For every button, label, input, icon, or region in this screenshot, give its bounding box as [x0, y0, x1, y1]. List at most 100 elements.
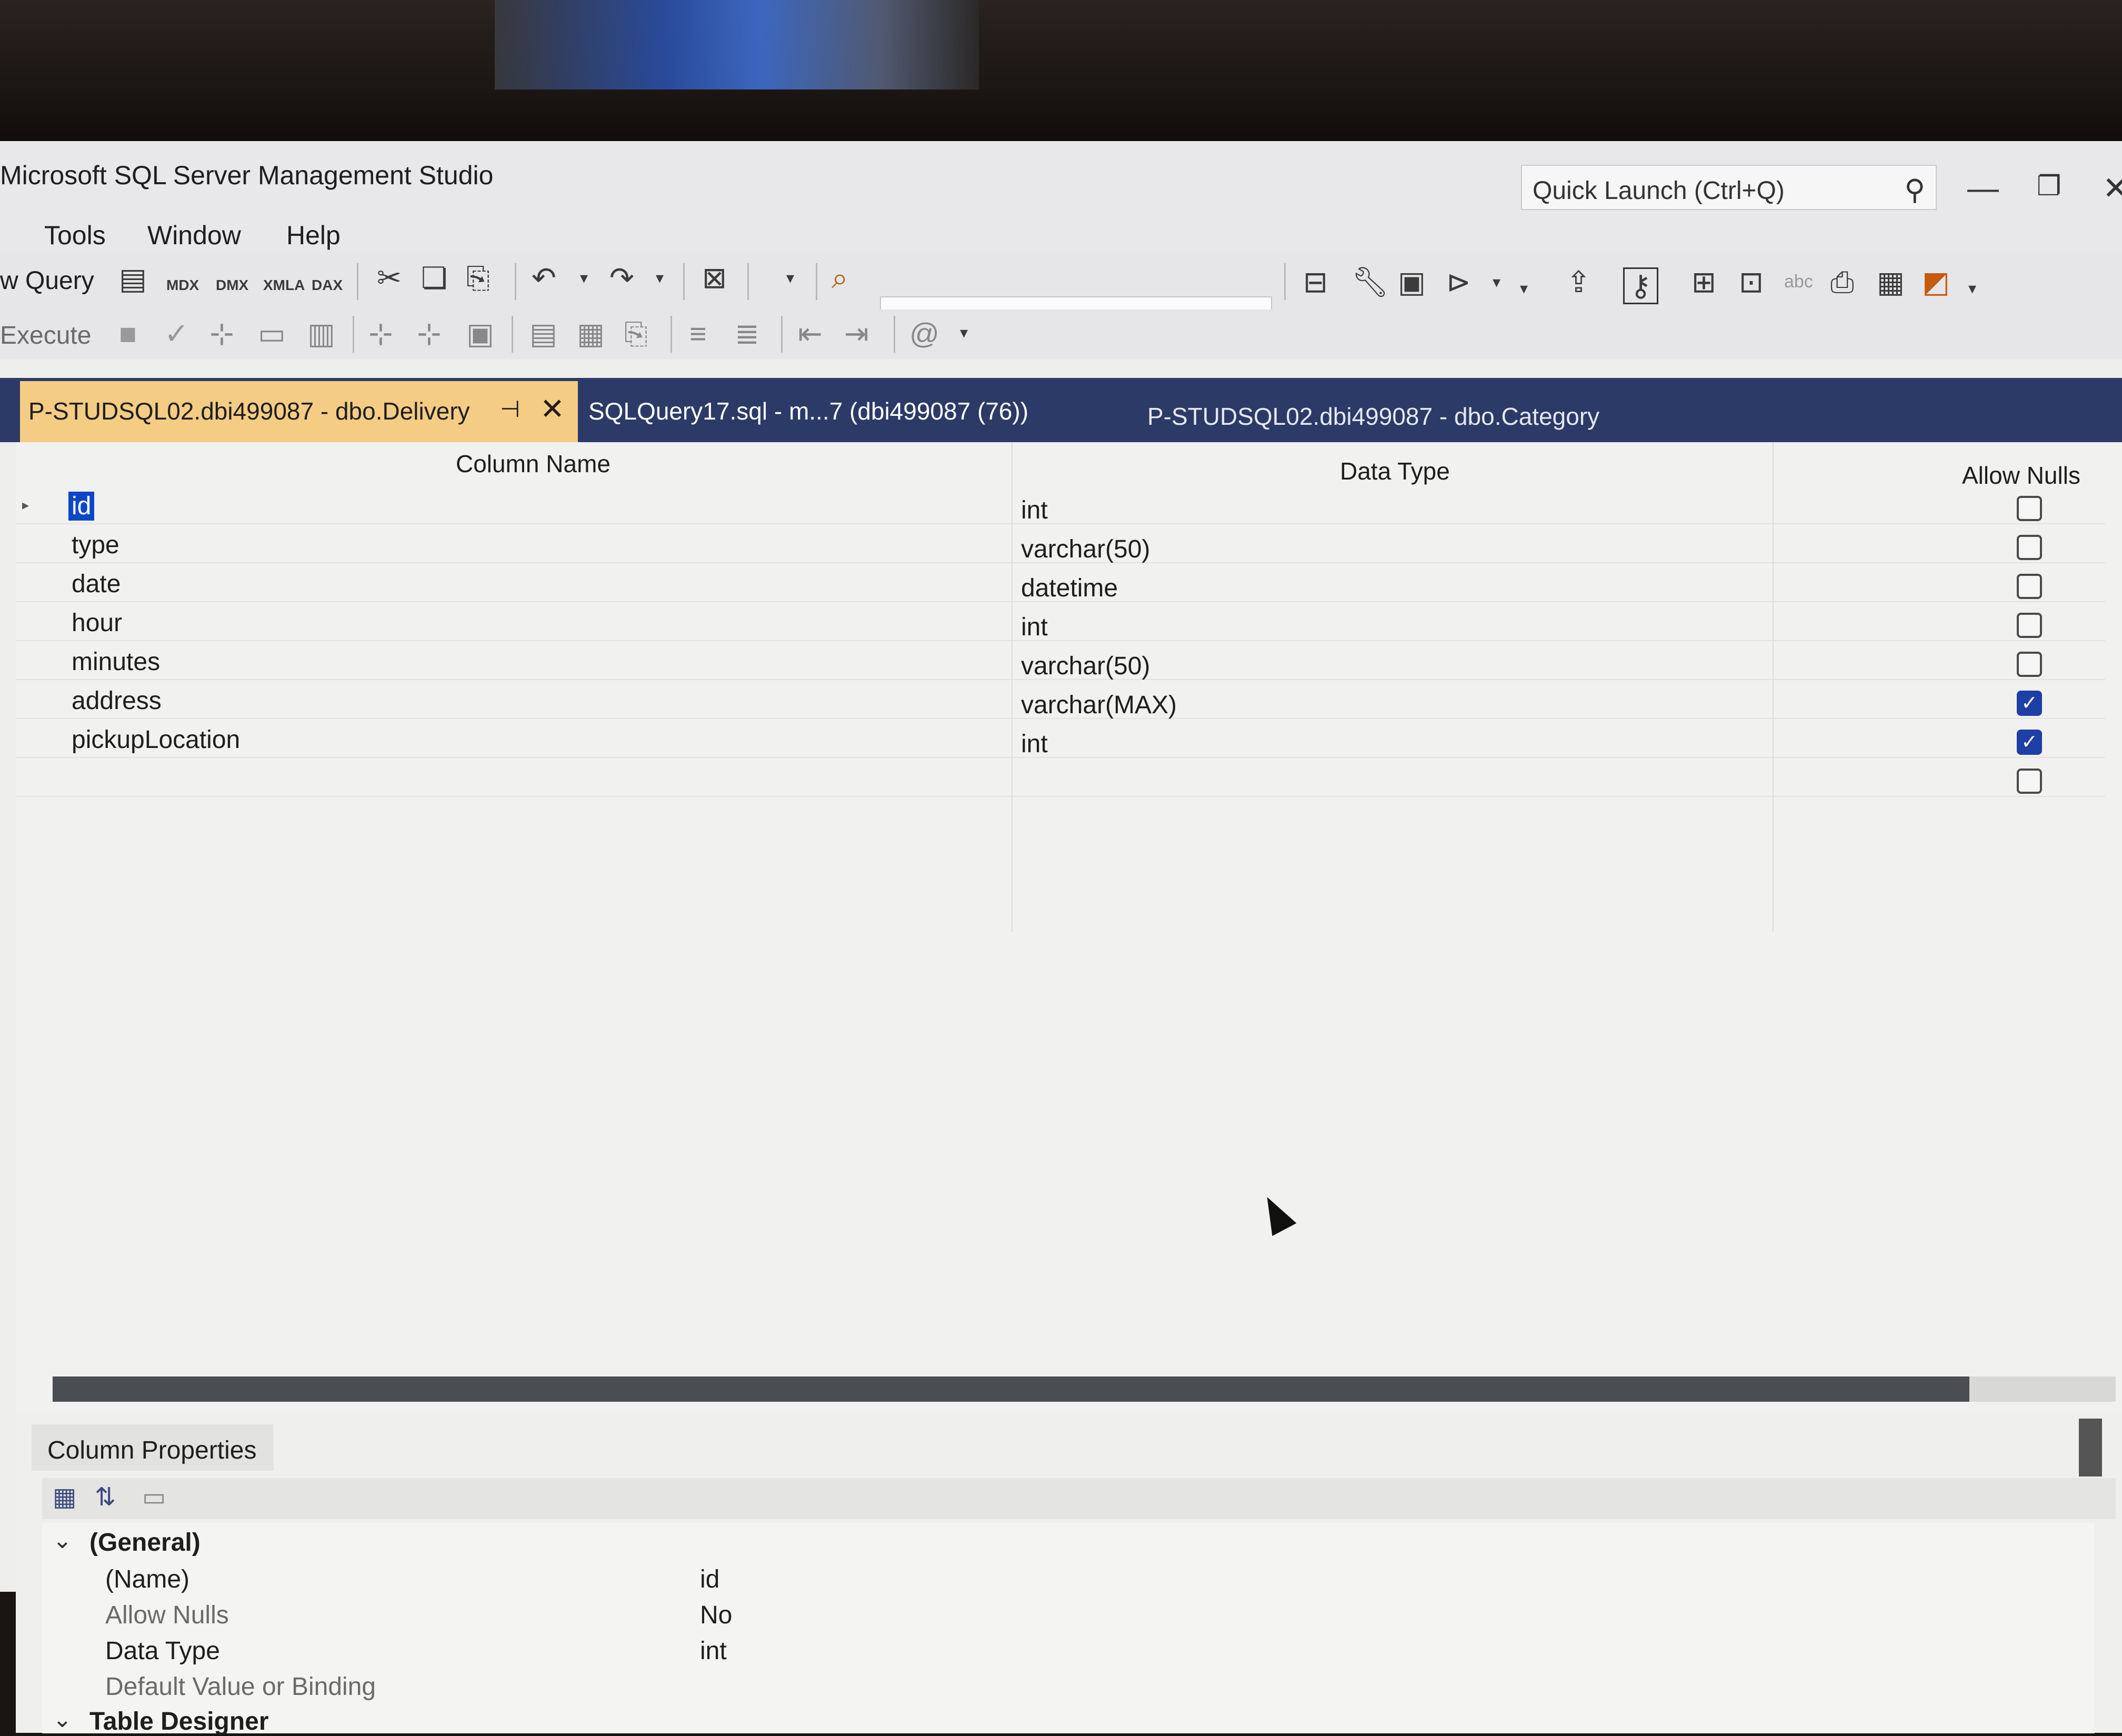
table-row[interactable]: minutes varchar(50)	[16, 640, 2105, 680]
cell-column-name[interactable]: minutes	[72, 647, 160, 676]
minimize-icon[interactable]: —	[1967, 173, 1999, 204]
cell-column-name[interactable]: pickupLocation	[72, 725, 240, 754]
results-to-icon[interactable]: ▥	[307, 319, 335, 348]
redo-icon[interactable]: ↷	[609, 263, 634, 293]
toolbar-overflow-icon-3[interactable]: ▾	[960, 325, 968, 341]
check-constraints-icon[interactable]: ▦	[1877, 267, 1905, 297]
execute-button[interactable]: Execute	[0, 321, 91, 350]
cut-icon[interactable]: ✂	[377, 263, 402, 293]
tab-sqlquery17[interactable]: SQLQuery17.sql - m...7 (dbi499087 (76))	[588, 397, 1028, 425]
table-row[interactable]: date datetime	[16, 562, 2105, 602]
menu-help[interactable]: Help	[286, 220, 341, 251]
categorized-icon[interactable]: ▦	[53, 1482, 76, 1512]
parse-check-icon[interactable]: ✓	[164, 319, 189, 348]
tab-column-properties[interactable]: Column Properties	[32, 1424, 274, 1471]
display-estimated-plan-icon[interactable]: ⊹	[209, 319, 234, 348]
cell-column-name[interactable]: id	[68, 492, 95, 521]
comment-icon[interactable]: ≡	[689, 319, 707, 348]
category-table-designer[interactable]: Table Designer	[89, 1707, 269, 1736]
toolbar-overflow-icon[interactable]: ▾	[1520, 281, 1528, 297]
allow-nulls-checkbox[interactable]	[2017, 496, 2042, 521]
cell-data-type[interactable]: varchar(50)	[1021, 652, 1150, 681]
properties-wrench-icon[interactable]: 🔧︎	[1352, 267, 1389, 297]
live-stats-icon[interactable]: ⊹	[417, 319, 442, 348]
properties-scrollbar-thumb[interactable]	[2079, 1419, 2102, 1476]
mdx-query-icon[interactable]: MDX	[166, 278, 199, 293]
cell-data-type[interactable]: datetime	[1021, 574, 1118, 603]
cell-data-type[interactable]: int	[1021, 613, 1048, 642]
toolbox-icon[interactable]: ▣	[1398, 267, 1426, 297]
results-to-grid-icon[interactable]: ▦	[577, 319, 605, 348]
database-engine-query-icon[interactable]: ▤	[119, 264, 147, 294]
table-row-new[interactable]	[16, 757, 2105, 797]
command-dropdown-icon[interactable]: ▾	[1493, 275, 1500, 291]
uncomment-icon[interactable]: ≣	[735, 319, 759, 348]
quick-launch-input[interactable]: Quick Launch (Ctrl+Q) ⚲	[1521, 165, 1937, 210]
relationships-icon[interactable]: ⊞	[1691, 267, 1716, 297]
activity-monitor-icon[interactable]: ⊠	[702, 263, 727, 293]
header-column-name[interactable]: Column Name	[456, 450, 610, 478]
spatial-index-icon[interactable]: ◩	[1922, 267, 1950, 297]
allow-nulls-checkbox[interactable]	[2017, 535, 2042, 560]
decrease-indent-icon[interactable]: ⇤	[798, 319, 823, 348]
cell-data-type[interactable]: varchar(MAX)	[1021, 691, 1177, 720]
solution-explorer-icon[interactable]: ⊟	[1303, 267, 1328, 297]
specify-template-values-icon[interactable]: @	[909, 319, 939, 348]
table-row[interactable]: ▸ id int	[16, 484, 2105, 524]
prop-name-value[interactable]: id	[700, 1565, 719, 1594]
toolbar-dropdown-icon[interactable]: ▾	[786, 271, 794, 286]
chevron-down-icon[interactable]: ⌄	[53, 1706, 72, 1733]
primary-key-icon[interactable]: ⚷	[1623, 267, 1659, 304]
pin-icon[interactable]: ⊣	[500, 396, 520, 423]
cell-data-type[interactable]: varchar(50)	[1021, 535, 1150, 564]
generate-script-icon[interactable]: ⇪	[1566, 267, 1591, 297]
query-designer-icon[interactable]: ▭	[258, 319, 286, 348]
restore-icon[interactable]: ❐	[2037, 173, 2061, 200]
allow-nulls-checkbox[interactable]	[2017, 769, 2042, 794]
close-icon[interactable]: ✕	[540, 392, 565, 426]
property-pages-icon[interactable]: ▭	[142, 1482, 166, 1512]
allow-nulls-checkbox[interactable]: ✓	[2017, 691, 2042, 716]
find-in-files-icon[interactable]: ⌕	[832, 263, 848, 293]
allow-nulls-checkbox[interactable]	[2017, 652, 2042, 677]
results-to-text-icon[interactable]: ▤	[529, 319, 557, 348]
table-row[interactable]: hour int	[16, 601, 2105, 641]
fulltext-index-icon[interactable]: abc	[1784, 273, 1813, 291]
stop-icon[interactable]: ■	[119, 319, 137, 348]
cell-data-type[interactable]: int	[1021, 496, 1048, 525]
table-row[interactable]: address varchar(MAX) ✓	[16, 679, 2105, 719]
dmx-query-icon[interactable]: DMX	[216, 278, 248, 293]
header-data-type[interactable]: Data Type	[1340, 457, 1450, 485]
allow-nulls-checkbox[interactable]: ✓	[2017, 730, 2042, 755]
table-row[interactable]: pickupLocation int ✓	[16, 718, 2105, 758]
undo-dropdown-icon[interactable]: ▾	[580, 271, 588, 286]
search-icon[interactable]: ⚲	[1904, 173, 1925, 206]
sort-alphabetical-icon[interactable]: ⇅	[95, 1482, 116, 1512]
cell-column-name[interactable]: hour	[72, 608, 122, 637]
client-statistics-icon[interactable]: ▣	[466, 319, 494, 348]
menu-window[interactable]: Window	[147, 220, 241, 251]
dax-query-icon[interactable]: DAX	[312, 278, 343, 293]
prop-data-type-value[interactable]: int	[700, 1637, 727, 1665]
include-plan-icon[interactable]: ⊹	[368, 319, 393, 348]
increase-indent-icon[interactable]: ⇥	[844, 319, 869, 348]
command-window-icon[interactable]: ⊳	[1446, 267, 1471, 297]
tab-delivery-designer[interactable]: P-STUDSQL02.dbi499087 - dbo.Delivery ⊣ ✕	[20, 381, 578, 442]
allow-nulls-checkbox[interactable]	[2017, 613, 2042, 638]
horizontal-scrollbar[interactable]	[53, 1376, 2116, 1402]
allow-nulls-checkbox[interactable]	[2017, 574, 2042, 599]
xmla-query-icon[interactable]: XMLA	[263, 278, 305, 293]
close-window-icon[interactable]: ✕	[2103, 173, 2122, 204]
table-row[interactable]: type varchar(50)	[16, 523, 2105, 563]
scrollbar-thumb[interactable]	[53, 1376, 1969, 1402]
toolbar-overflow-icon-2[interactable]: ▾	[1968, 281, 1976, 297]
paste-icon[interactable]: ⎘	[466, 263, 490, 293]
cell-data-type[interactable]: int	[1021, 730, 1048, 759]
redo-dropdown-icon[interactable]: ▾	[656, 271, 664, 286]
xml-index-icon[interactable]: ⎙	[1830, 267, 1854, 297]
category-general[interactable]: (General)	[89, 1528, 201, 1557]
manage-indexes-icon[interactable]: ⊡	[1739, 267, 1764, 297]
tab-category-designer[interactable]: P-STUDSQL02.dbi499087 - dbo.Category	[1147, 402, 1599, 431]
chevron-down-icon[interactable]: ⌄	[53, 1527, 72, 1554]
menu-tools[interactable]: Tools	[44, 220, 106, 251]
